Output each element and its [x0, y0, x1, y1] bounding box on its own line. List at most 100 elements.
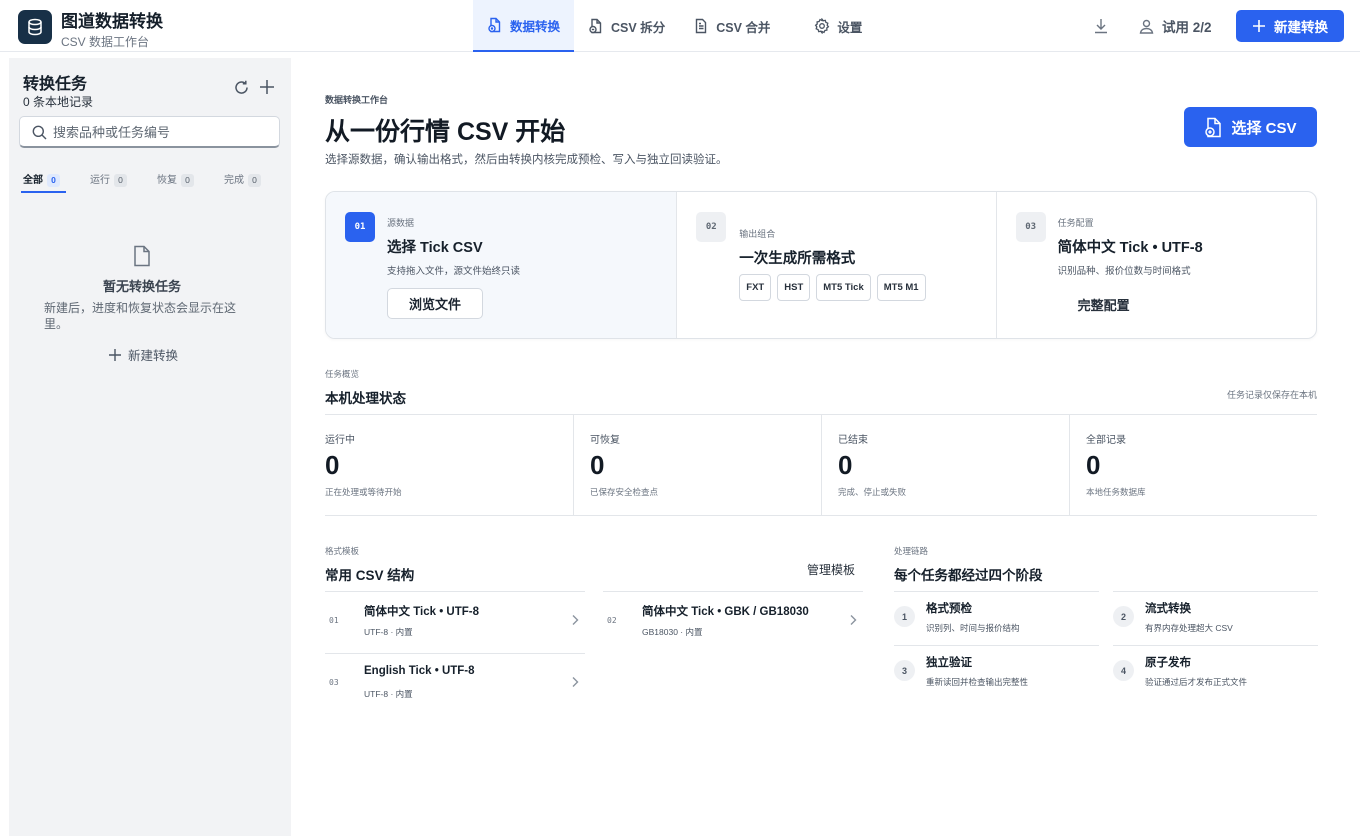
template-meta: UTF-8 · 内置 — [364, 689, 413, 699]
empty-state-title: 暂无转换任务 — [102, 279, 181, 294]
format-chip-mt5-m1[interactable]: MT5 M1 — [876, 274, 926, 301]
tab-filter-running[interactable]: 运行 0 — [90, 167, 127, 189]
tab-convert[interactable]: 数据转换 — [473, 0, 575, 52]
empty-file-icon — [133, 245, 151, 272]
workflow-steps: 01 源数据 选择 Tick CSV 支持拖入文件，源文件始终只读 浏览文件 0… — [325, 191, 1317, 339]
new-conversion-button[interactable]: 新建转换 — [1236, 10, 1344, 42]
overview-title: 本机处理状态 — [325, 391, 406, 406]
user-icon — [1139, 19, 1154, 34]
tab-filter-done[interactable]: 完成 0 — [224, 167, 261, 189]
search-input[interactable] — [53, 121, 273, 143]
filter-tabs: 全部 0 运行 0 恢复 0 完成 0 — [21, 167, 261, 193]
templates-title: 常用 CSV 结构 — [325, 568, 415, 583]
step-title: 一次生成所需格式 — [739, 251, 856, 267]
template-item[interactable]: 01 简体中文 Tick • UTF-8 UTF-8 · 内置 — [325, 591, 585, 653]
refresh-button[interactable] — [233, 79, 250, 101]
step-label: 源数据 — [387, 218, 415, 228]
stat-value: 0 — [325, 450, 340, 480]
step-number: 03 — [1015, 212, 1046, 242]
template-item[interactable]: 02 简体中文 Tick • GBK / GB18030 GB18030 · 内… — [603, 591, 863, 653]
stat-description: 正在处理或等待开始 — [325, 487, 402, 497]
process-stage: 2 流式转换 有界内存处理超大 CSV — [1113, 591, 1318, 645]
trial-status[interactable]: 试用 2/2 — [1138, 16, 1212, 36]
stat-value: 0 — [590, 450, 605, 480]
sidebar-title: 转换任务 — [23, 76, 88, 93]
tab-merge[interactable]: CSV 合并 — [679, 0, 784, 52]
format-chip-hst[interactable]: HST — [777, 274, 811, 301]
stage-number: 1 — [894, 606, 915, 627]
convert-icon — [488, 17, 501, 33]
stage-description: 验证通过后才发布正式文件 — [1145, 677, 1248, 687]
template-meta: UTF-8 · 内置 — [364, 627, 413, 637]
tab-count-badge: 0 — [47, 173, 60, 187]
template-item[interactable]: 03 English Tick • UTF-8 UTF-8 · 内置 — [325, 653, 585, 715]
empty-new-conversion-link[interactable]: 新建转换 — [108, 345, 178, 364]
app-subtitle: CSV 数据工作台 — [61, 35, 150, 49]
step-description: 支持拖入文件，源文件始终只读 — [387, 266, 521, 277]
tab-count-badge: 0 — [248, 173, 261, 187]
format-chip-fxt[interactable]: FXT — [739, 274, 772, 301]
step-number: 02 — [696, 212, 727, 242]
file-add-icon — [1205, 117, 1222, 137]
manage-templates-link[interactable]: 管理模板 — [807, 561, 855, 578]
stage-name: 格式预检 — [926, 603, 972, 615]
empty-state-description: 新建后，进度和恢复状态会显示在这里。 — [44, 301, 237, 331]
template-name: 简体中文 Tick • GBK / GB18030 — [642, 606, 809, 618]
tab-settings[interactable]: 设置 — [784, 0, 876, 52]
hero-description: 选择源数据，确认输出格式，然后由转换内核完成预检、写入与独立回读验证。 — [325, 154, 728, 166]
chevron-right-icon — [572, 677, 579, 687]
main-nav: 数据转换 CSV 拆分 CSV 合并 设置 — [473, 0, 876, 52]
tab-count-badge: 0 — [114, 173, 127, 187]
tab-filter-all[interactable]: 全部 0 — [21, 167, 66, 193]
task-sidebar: 转换任务 0 条本地记录 全部 0 运行 0 恢复 0 完成 0 暂无转换任务 … — [9, 58, 291, 836]
add-task-button[interactable] — [259, 79, 275, 100]
download-button[interactable] — [1092, 17, 1110, 40]
process-title: 每个任务都经过四个阶段 — [894, 568, 1043, 583]
stage-name: 流式转换 — [1145, 603, 1191, 615]
stage-description: 重新读回并检查输出完整性 — [926, 677, 1029, 687]
hero-eyebrow: 数据转换工作台 — [325, 95, 389, 105]
search-icon — [32, 125, 47, 140]
tab-count-badge: 0 — [181, 173, 194, 187]
tab-filter-label: 运行 — [90, 174, 110, 186]
step-config: 03 任务配置 简体中文 Tick • UTF-8 识别品种、报价位数与时间格式… — [997, 192, 1316, 338]
step-title: 简体中文 Tick • UTF-8 — [1057, 240, 1203, 256]
stat-description: 已保存安全检查点 — [590, 487, 659, 497]
step-source: 01 源数据 选择 Tick CSV 支持拖入文件，源文件始终只读 浏览文件 — [326, 192, 678, 338]
select-csv-label: 选择 CSV — [1231, 119, 1297, 137]
tab-filter-label: 完成 — [224, 174, 244, 186]
template-number: 02 — [607, 616, 617, 625]
browse-files-button[interactable]: 浏览文件 — [387, 288, 483, 319]
format-chip-mt5-tick[interactable]: MT5 Tick — [816, 274, 871, 301]
tab-convert-label: 数据转换 — [510, 19, 561, 34]
empty-new-label: 新建转换 — [128, 349, 179, 363]
full-config-button[interactable]: 完整配置 — [1078, 295, 1130, 314]
step-label: 任务配置 — [1057, 218, 1094, 228]
stage-number: 3 — [894, 660, 915, 681]
chevron-right-icon — [572, 615, 579, 625]
stat-running: 运行中 0 正在处理或等待开始 — [325, 415, 574, 515]
stage-number: 4 — [1113, 660, 1134, 681]
select-csv-button[interactable]: 选择 CSV — [1184, 107, 1317, 147]
step-label: 输出组合 — [739, 229, 776, 239]
stat-all-records: 全部记录 0 本地任务数据库 — [1070, 415, 1317, 515]
process-stage: 4 原子发布 验证通过后才发布正式文件 — [1113, 645, 1318, 699]
process-eyebrow: 处理链路 — [894, 546, 929, 556]
step-title: 选择 Tick CSV — [387, 240, 483, 256]
stat-value: 0 — [1086, 450, 1101, 480]
chevron-right-icon — [850, 615, 857, 625]
app-title: 图道数据转换 — [61, 12, 163, 31]
merge-icon — [696, 18, 707, 34]
stat-value: 0 — [838, 450, 853, 480]
stat-label: 可恢复 — [590, 435, 620, 446]
template-meta: GB18030 · 内置 — [642, 627, 703, 637]
tab-filter-recoverable[interactable]: 恢复 0 — [157, 167, 194, 189]
step-number: 01 — [345, 212, 375, 242]
step-description: 识别品种、报价位数与时间格式 — [1057, 266, 1191, 277]
tab-split[interactable]: CSV 拆分 — [574, 0, 679, 52]
tab-merge-label: CSV 合并 — [716, 20, 771, 35]
stage-name: 独立验证 — [926, 657, 972, 669]
stage-description: 识别列、时间与报价结构 — [926, 623, 1020, 633]
gear-icon — [815, 18, 830, 34]
task-search — [19, 116, 280, 148]
